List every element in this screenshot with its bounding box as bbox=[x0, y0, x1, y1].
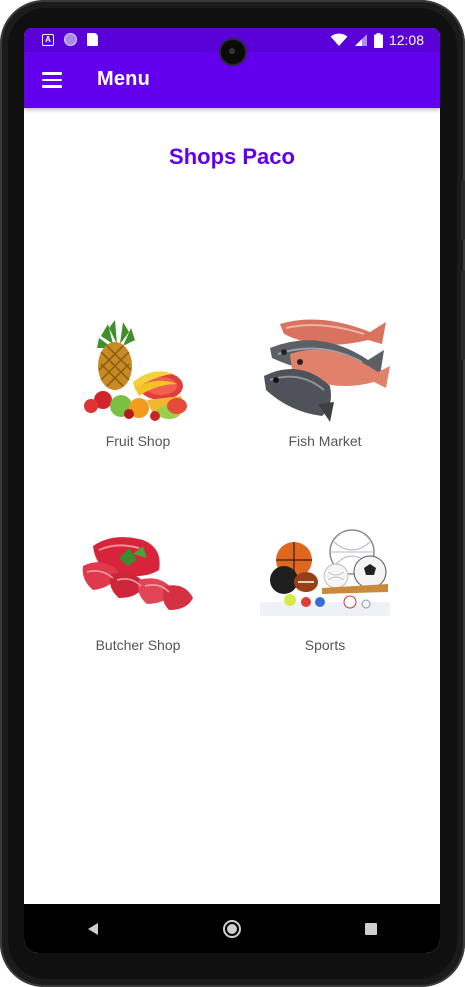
battery-icon bbox=[373, 32, 383, 48]
back-icon bbox=[88, 922, 99, 935]
fish-image bbox=[264, 319, 390, 422]
wifi-icon bbox=[330, 33, 348, 46]
main-content: Shops Paco Fruit Shop Fish Market Butche… bbox=[24, 108, 440, 904]
recents-icon bbox=[364, 922, 377, 935]
shop-label: Fish Market bbox=[288, 433, 362, 449]
home-icon bbox=[222, 919, 241, 938]
hamburger-menu-icon[interactable] bbox=[36, 64, 68, 96]
back-button[interactable] bbox=[73, 909, 113, 949]
sports-balls-image bbox=[260, 529, 390, 616]
a-notification-icon: A bbox=[42, 33, 54, 46]
meat-image bbox=[82, 537, 193, 610]
shop-tile-fish[interactable]: Fish Market bbox=[240, 314, 410, 449]
volume-button bbox=[461, 270, 465, 360]
status-right-icons: 12:08 bbox=[330, 31, 424, 49]
recents-button[interactable] bbox=[351, 909, 391, 949]
phone-screen: A 12:08 Menu Shops Paco Fruit Shop Fish … bbox=[24, 28, 440, 953]
status-left-icons: A bbox=[42, 33, 98, 46]
cell-signal-icon bbox=[354, 34, 367, 46]
shop-label: Fruit Shop bbox=[105, 433, 171, 449]
shop-label: Butcher Shop bbox=[95, 637, 181, 653]
sd-card-icon bbox=[87, 33, 98, 46]
circle-notification-icon bbox=[64, 33, 77, 46]
app-bar-title: Menu bbox=[97, 68, 151, 90]
power-button bbox=[461, 180, 465, 240]
fruit-image bbox=[84, 320, 187, 421]
device-frame: A 12:08 Menu Shops Paco Fruit Shop Fish … bbox=[0, 0, 465, 987]
status-time: 12:08 bbox=[388, 32, 424, 48]
shop-tile-butcher[interactable]: Butcher Shop bbox=[53, 518, 223, 653]
page-title: Shops Paco bbox=[169, 144, 295, 169]
shop-tile-fruit[interactable]: Fruit Shop bbox=[53, 314, 223, 449]
shop-tile-sports[interactable]: Sports bbox=[240, 518, 410, 653]
home-button[interactable] bbox=[212, 909, 252, 949]
system-nav-bar bbox=[24, 904, 440, 953]
front-camera bbox=[221, 40, 245, 64]
shop-label: Sports bbox=[304, 637, 346, 653]
